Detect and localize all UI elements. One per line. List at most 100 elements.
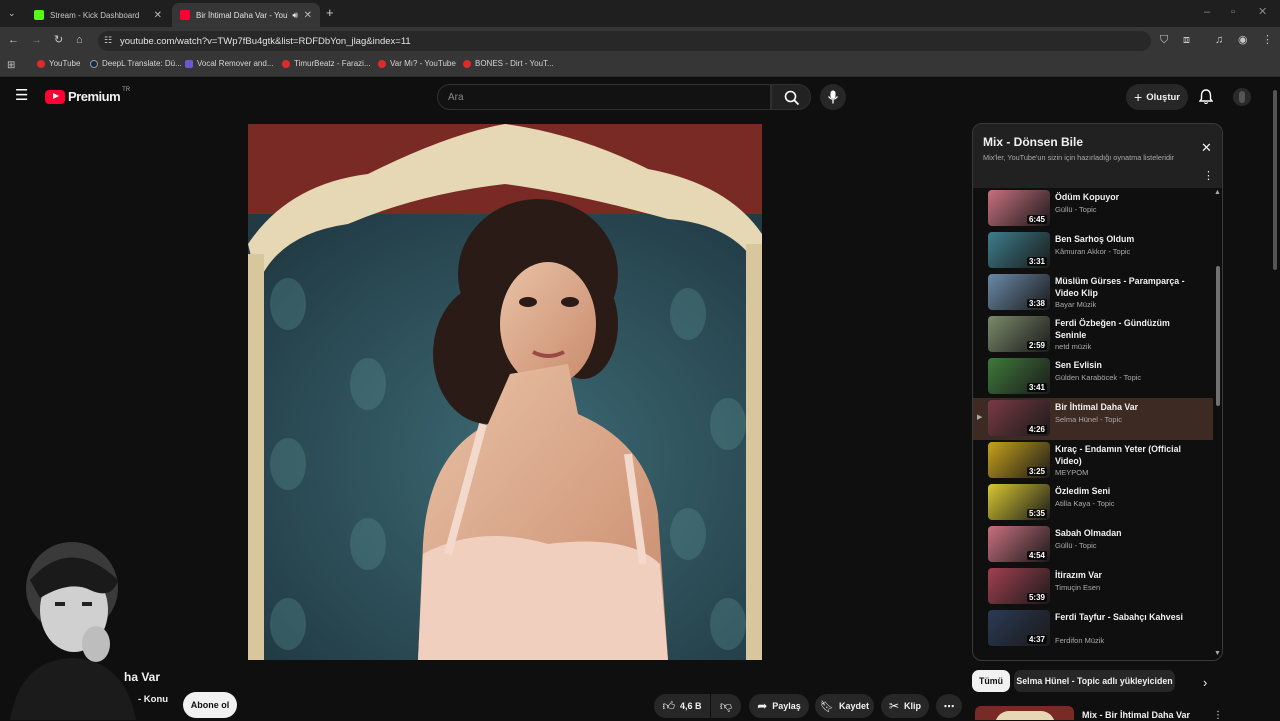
video-thumbnail[interactable]: 4:54 (988, 526, 1050, 562)
profile-icon[interactable]: ◉ (1238, 35, 1248, 46)
playlist-item[interactable]: 5:39 İtirazım Var Timuçin Esen (973, 566, 1213, 608)
bookmark-vocal-remover[interactable]: Vocal Remover and... (185, 59, 273, 68)
video-thumbnail[interactable]: 5:39 (988, 568, 1050, 604)
back-icon[interactable]: ← (8, 35, 19, 46)
close-icon[interactable]: ✕ (1201, 140, 1212, 156)
extension-shield-icon[interactable]: ⛉ (1160, 35, 1168, 46)
media-control-icon[interactable]: ♫ (1215, 35, 1223, 46)
home-icon[interactable]: ⌂ (76, 35, 83, 46)
video-title[interactable]: Özledim Seni (1055, 485, 1195, 497)
page-scrollbar[interactable] (1273, 90, 1277, 270)
youtube-logo[interactable]: Premium TR (45, 87, 130, 104)
video-thumbnail[interactable]: 5:35 (988, 484, 1050, 520)
dislike-button[interactable]: 👎︎ (711, 694, 741, 718)
video-title[interactable]: Sabah Olmadan (1055, 527, 1195, 539)
playlist-item[interactable]: 4:37 Ferdi Tayfur - Sabahçı Kahvesi Ferd… (973, 608, 1213, 650)
video-title[interactable]: Kıraç - Endamın Yeter (Official Video) (1055, 443, 1195, 467)
playlist-title[interactable]: Mix - Dönsen Bile (983, 135, 1083, 149)
video-thumbnail[interactable]: 3:31 (988, 232, 1050, 268)
video-thumbnail[interactable]: 3:41 (988, 358, 1050, 394)
video-thumbnail[interactable]: 3:25 (988, 442, 1050, 478)
next-video-more-icon[interactable]: ⋮ (1213, 710, 1223, 721)
duration-badge: 3:31 (1026, 257, 1047, 266)
kick-favicon (34, 10, 44, 20)
next-video-thumbnail[interactable] (975, 706, 1074, 720)
audio-playing-icon[interactable]: 🔊︎ (292, 10, 298, 21)
playlist-item[interactable]: 3:31 Ben Sarhoş Oldum Kâmuran Akkor - To… (973, 230, 1213, 272)
video-title-fragment: ha Var (124, 670, 161, 684)
like-button[interactable]: 👍︎ 4,6 B (654, 694, 710, 718)
more-actions-button[interactable]: ⋯ (936, 694, 962, 718)
search-button[interactable] (771, 84, 811, 110)
maximize-icon[interactable]: ▫ (1231, 7, 1235, 18)
bookmark-deepl[interactable]: DeepL Translate: Dü... (90, 59, 182, 68)
video-title[interactable]: Ferdi Tayfur - Sabahçı Kahvesi (1055, 611, 1195, 623)
create-button[interactable]: + Oluştur (1126, 84, 1188, 110)
apps-grid-icon[interactable]: ⊞ (7, 60, 15, 71)
account-avatar[interactable] (1233, 88, 1251, 106)
clip-button[interactable]: ✂ Klip (881, 694, 929, 718)
video-thumbnail[interactable]: 4:37 (988, 610, 1050, 646)
playlist-item[interactable]: 4:54 Sabah Olmadan Güllü - Topic (973, 524, 1213, 566)
minimize-icon[interactable]: – (1204, 7, 1210, 18)
save-button[interactable]: 🔖︎ Kaydet (815, 694, 874, 718)
address-bar[interactable]: ☷ youtube.com/watch?v=TWp7fBu4gtk&list=R… (98, 31, 1151, 51)
reload-icon[interactable]: ↻ (54, 35, 63, 46)
bookmark-bones[interactable]: BONES - Dirt - YouT... (463, 59, 554, 68)
chip-uploader[interactable]: Selma Hünel - Topic adlı yükleyiciden (1014, 670, 1175, 692)
playlist-item[interactable]: 3:25 Kıraç - Endamın Yeter (Official Vid… (973, 440, 1213, 482)
video-title[interactable]: Sen Evlisin (1055, 359, 1195, 371)
next-video-title[interactable]: Mix - Bir İhtimal Daha Var (1082, 710, 1190, 720)
scroll-up-icon[interactable]: ▲ (1214, 189, 1221, 196)
video-title[interactable]: Müslüm Gürses - Paramparça - Video Klip (1055, 275, 1195, 299)
voice-search-button[interactable] (820, 84, 846, 110)
webcam-person-image (10, 542, 136, 720)
new-tab-icon[interactable]: + (326, 6, 334, 19)
share-button[interactable]: ➦ Paylaş (749, 694, 809, 718)
playlist-item[interactable]: 2:59 Ferdi Özbeğen - Gündüzüm Seninle ne… (973, 314, 1213, 356)
channel-name: Timuçin Esen (1055, 583, 1101, 592)
tab-kick[interactable]: Stream - Kick Dashboard ✕ (26, 3, 170, 27)
video-title[interactable]: Ödüm Kopuyor (1055, 191, 1195, 203)
channel-name: MEYPOM (1055, 468, 1089, 477)
chips-next-icon[interactable]: › (1203, 675, 1207, 690)
playlist-item[interactable]: 5:35 Özledim Seni Atilla Kaya - Topic (973, 482, 1213, 524)
video-player[interactable] (248, 124, 762, 660)
video-thumbnail[interactable]: 4:26 (988, 400, 1050, 436)
playlist-item[interactable]: 6:45 Ödüm Kopuyor Güllü - Topic (973, 188, 1213, 230)
bookmark-var-mi[interactable]: Var Mı? - YouTube (378, 59, 456, 68)
playlist-item-current[interactable]: ▶ 4:26 Bir İhtimal Daha Var Selma Hünel … (973, 398, 1213, 440)
playlist-item[interactable]: 3:38 Müslüm Gürses - Paramparça - Video … (973, 272, 1213, 314)
video-title[interactable]: Bir İhtimal Daha Var (1055, 401, 1195, 413)
close-tab-icon[interactable]: ✕ (154, 10, 162, 21)
video-title[interactable]: Ben Sarhoş Oldum (1055, 233, 1195, 245)
forward-icon[interactable]: → (31, 35, 42, 46)
hamburger-menu-icon[interactable]: ☰ (15, 88, 28, 103)
close-tab-icon[interactable]: ✕ (304, 10, 312, 21)
chrome-menu-icon[interactable]: ⋮ (1262, 35, 1273, 46)
notifications-bell-icon[interactable] (1199, 89, 1213, 105)
tab-youtube[interactable]: Bir İhtimal Daha Var - YouTube 🔊︎ ✕ (172, 3, 320, 27)
search-input[interactable]: Ara (437, 84, 771, 110)
more-options-icon[interactable]: ⋮ (1203, 169, 1214, 182)
duration-badge: 5:39 (1026, 593, 1047, 602)
site-info-icon[interactable]: ☷ (104, 35, 112, 46)
subscribe-button[interactable]: Abone ol (183, 692, 237, 718)
scroll-down-icon[interactable]: ▼ (1214, 650, 1221, 657)
playlist-scrollbar-thumb[interactable] (1216, 266, 1220, 406)
youtube-play-logo-icon (45, 89, 65, 104)
video-thumbnail[interactable]: 6:45 (988, 190, 1050, 226)
video-thumbnail[interactable]: 3:38 (988, 274, 1050, 310)
playlist-item[interactable]: 3:41 Sen Evlisin Gülden Karaböcek - Topi… (973, 356, 1213, 398)
close-window-icon[interactable]: ✕ (1258, 7, 1267, 18)
chip-all[interactable]: Tümü (972, 670, 1010, 692)
bookmark-youtube[interactable]: YouTube (37, 59, 80, 68)
video-title[interactable]: Ferdi Özbeğen - Gündüzüm Seninle (1055, 317, 1195, 341)
channel-name-fragment[interactable]: - Konu (138, 694, 168, 705)
extensions-icon[interactable]: ⧈ (1183, 35, 1190, 46)
video-thumbnail[interactable]: 2:59 (988, 316, 1050, 352)
bookmark-timurbeatz[interactable]: TimurBeatz - Farazi... (282, 59, 371, 68)
tab-search-icon[interactable]: ⌄ (8, 8, 16, 19)
video-title[interactable]: İtirazım Var (1055, 569, 1195, 581)
channel-name: Güllü - Topic (1055, 205, 1097, 214)
